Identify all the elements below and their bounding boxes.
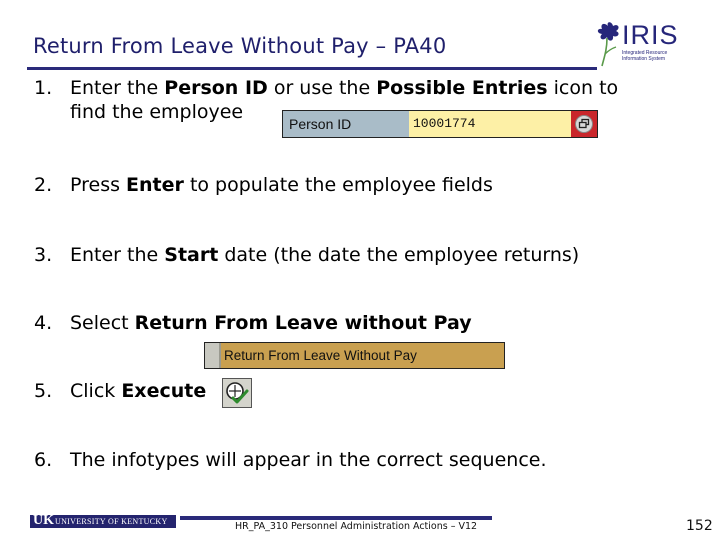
university-name: UNIVERSITY OF KENTUCKY: [55, 517, 168, 526]
footer-course-title: HR_PA_310 Personnel Administration Actio…: [235, 521, 478, 532]
step-bold-text: Person ID: [164, 77, 268, 99]
step-bold-text: Execute: [121, 380, 207, 402]
step-text: date (the date the employee returns): [218, 244, 580, 266]
page-number: 152: [686, 518, 713, 534]
step-4: 4. Select Return From Leave without Pay: [34, 311, 472, 335]
step-2: 2. Press Enter to populate the employee f…: [34, 173, 493, 197]
step-6: 6. The infotypes will appear in the corre…: [34, 448, 547, 472]
person-id-label: Person ID: [283, 111, 409, 137]
step-3: 3. Enter the Start date (the date the emp…: [34, 243, 579, 267]
step-number: 1.: [34, 77, 53, 99]
action-row-return-from-leave[interactable]: Return From Leave Without Pay: [204, 342, 505, 369]
step-text: to populate the employee fields: [183, 174, 493, 196]
person-id-field: Person ID 10001774: [282, 110, 598, 138]
step-bold-text: Enter: [126, 174, 184, 196]
step-text: Press: [70, 174, 127, 196]
step-number: 2.: [34, 174, 53, 196]
step-number: 4.: [34, 312, 53, 334]
step-text: Click: [70, 380, 122, 402]
iris-subtitle-line2: Information System: [622, 56, 666, 62]
execute-button[interactable]: [222, 378, 252, 408]
uk-mark: UK: [33, 513, 54, 528]
step-text: Enter the: [70, 244, 165, 266]
slide-title: Return From Leave Without Pay – PA40: [33, 34, 447, 58]
action-row-label: Return From Leave Without Pay: [224, 348, 417, 363]
step-text: icon to: [547, 77, 619, 99]
title-underline: [27, 67, 597, 70]
university-of-kentucky-logo: UK UNIVERSITY OF KENTUCKY: [30, 513, 176, 528]
step-number: 5.: [34, 380, 53, 402]
step-text: Enter the: [70, 77, 165, 99]
row-selector-handle[interactable]: [205, 343, 221, 368]
possible-entries-icon: [578, 118, 590, 129]
execute-clock-check-icon: [226, 382, 249, 404]
step-bold-text: Return From Leave without Pay: [134, 312, 472, 334]
step-bold-text: Possible Entries: [376, 77, 548, 99]
step-bold-text: Start: [164, 244, 219, 266]
iris-logo-subtitle: Integrated Resource Information System: [622, 50, 667, 62]
person-id-input[interactable]: 10001774: [409, 111, 569, 137]
possible-entries-button[interactable]: [571, 111, 597, 137]
step-text: or use the: [267, 77, 377, 99]
step-text: Select: [70, 312, 135, 334]
iris-logo-text: IRIS: [622, 20, 679, 50]
step-number: 6.: [34, 449, 53, 471]
footer-divider: [180, 516, 492, 520]
step-text: The infotypes will appear in the correct…: [70, 449, 547, 471]
step-5: 5. Click Execute: [34, 379, 206, 403]
step-number: 3.: [34, 244, 53, 266]
